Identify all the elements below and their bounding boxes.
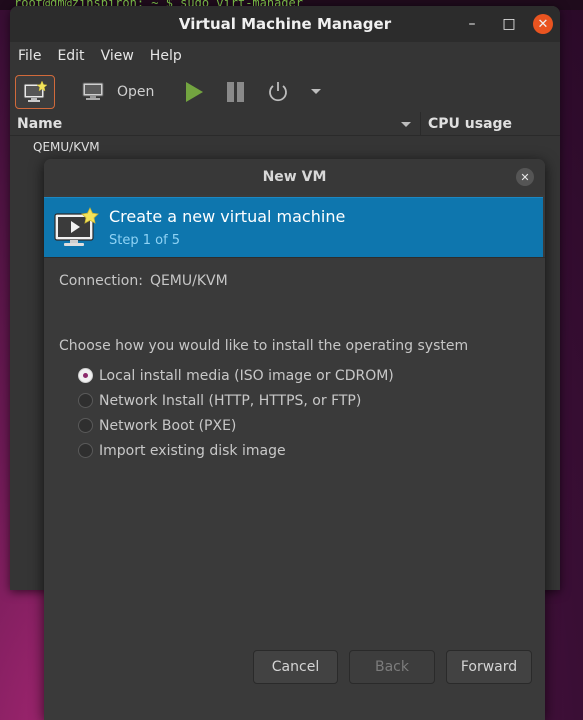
option-label: Local install media (ISO image or CDROM) — [99, 367, 394, 384]
menu-view[interactable]: View — [101, 48, 134, 64]
new-vm-dialog: New VM ✕ Create a new virtual machine St… — [44, 159, 545, 720]
option-network-install[interactable]: Network Install (HTTP, HTTPS, or FTP) — [78, 388, 394, 413]
option-network-boot[interactable]: Network Boot (PXE) — [78, 413, 394, 438]
forward-button[interactable]: Forward — [446, 650, 532, 684]
connection-line: Connection: QEMU/KVM — [59, 273, 228, 289]
radio-import-disk[interactable] — [78, 443, 93, 458]
dialog-close-button[interactable]: ✕ — [516, 168, 534, 186]
new-vm-icon — [23, 80, 48, 102]
install-method-options: Local install media (ISO image or CDROM)… — [78, 363, 394, 463]
banner-heading: Create a new virtual machine — [109, 207, 346, 226]
banner-step: Step 1 of 5 — [109, 233, 181, 248]
monitor-icon — [82, 82, 104, 100]
minimize-button[interactable]: – — [462, 14, 482, 34]
option-label: Network Install (HTTP, HTTPS, or FTP) — [99, 392, 362, 409]
maximize-button[interactable]: □ — [499, 14, 519, 34]
menu-help[interactable]: Help — [150, 48, 182, 64]
open-button[interactable]: Open — [81, 81, 154, 103]
cancel-button[interactable]: Cancel — [253, 650, 338, 684]
play-icon[interactable] — [182, 80, 206, 104]
column-cpu-header[interactable]: CPU usage — [420, 112, 512, 135]
divider — [44, 257, 545, 258]
toolbar: Open — [10, 70, 560, 114]
main-titlebar[interactable]: Virtual Machine Manager – □ ✕ — [10, 6, 560, 42]
radio-network-install[interactable] — [78, 393, 93, 408]
radio-network-boot[interactable] — [78, 418, 93, 433]
dialog-titlebar[interactable]: New VM ✕ — [44, 159, 545, 195]
sort-chevron-down-icon — [401, 122, 411, 127]
menu-edit[interactable]: Edit — [57, 48, 84, 64]
power-icon[interactable] — [266, 80, 290, 104]
back-button[interactable]: Back — [349, 650, 435, 684]
connection-label: Connection: — [59, 273, 143, 289]
column-name-label: Name — [17, 115, 63, 132]
connection-value: QEMU/KVM — [149, 273, 228, 289]
pause-icon[interactable] — [224, 80, 248, 104]
install-method-prompt: Choose how you would like to install the… — [59, 338, 469, 354]
list-item[interactable]: QEMU/KVM — [33, 140, 100, 154]
radio-local-media[interactable] — [78, 368, 93, 383]
open-button-label: Open — [117, 84, 155, 100]
option-import-disk[interactable]: Import existing disk image — [78, 438, 394, 463]
column-name-header[interactable]: Name — [10, 112, 420, 135]
option-label: Network Boot (PXE) — [99, 417, 237, 434]
wizard-banner: Create a new virtual machine Step 1 of 5 — [44, 197, 543, 257]
main-window-title: Virtual Machine Manager — [178, 15, 392, 33]
column-cpu-label: CPU usage — [428, 115, 513, 132]
new-vm-banner-icon — [54, 207, 99, 246]
menu-file[interactable]: File — [18, 48, 41, 64]
chevron-down-icon[interactable] — [304, 80, 328, 104]
new-vm-button[interactable] — [15, 75, 55, 109]
close-window-button[interactable]: ✕ — [533, 14, 553, 34]
option-local-media[interactable]: Local install media (ISO image or CDROM) — [78, 363, 394, 388]
option-label: Import existing disk image — [99, 442, 286, 459]
menubar: File Edit View Help — [10, 42, 560, 70]
vm-list-header: Name CPU usage — [10, 112, 560, 136]
dialog-title: New VM — [262, 169, 327, 185]
